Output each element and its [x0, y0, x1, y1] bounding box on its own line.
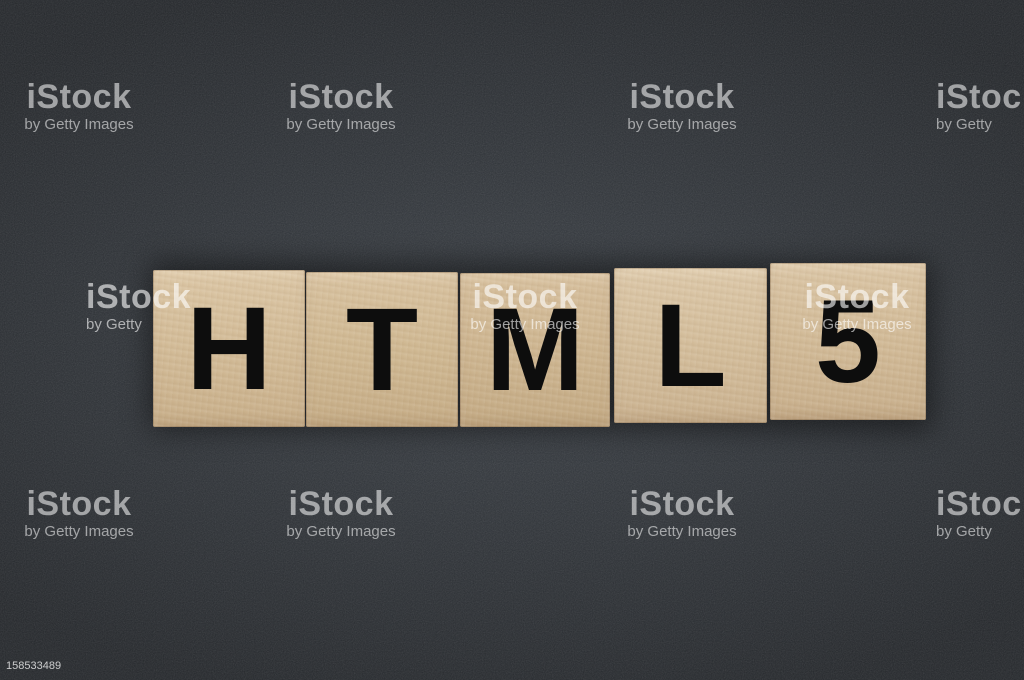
image-id: 158533489	[6, 660, 62, 672]
tile-letter: L	[654, 279, 727, 412]
wooden-tile-m: M	[460, 273, 610, 427]
tile-letter: 5	[815, 275, 881, 408]
tile-letter: T	[345, 283, 419, 416]
letter-tiles: H T M L 5	[0, 0, 1024, 680]
wooden-tile-l: L	[614, 268, 767, 423]
wooden-tile-t: T	[306, 272, 458, 427]
wooden-tile-5: 5	[770, 263, 926, 420]
wooden-tile-h: H	[153, 270, 305, 427]
tile-letter: M	[485, 284, 585, 416]
stock-photo: H T M L 5 iStock by Getty Images iStock …	[0, 0, 1024, 680]
tile-letter: H	[186, 282, 272, 415]
